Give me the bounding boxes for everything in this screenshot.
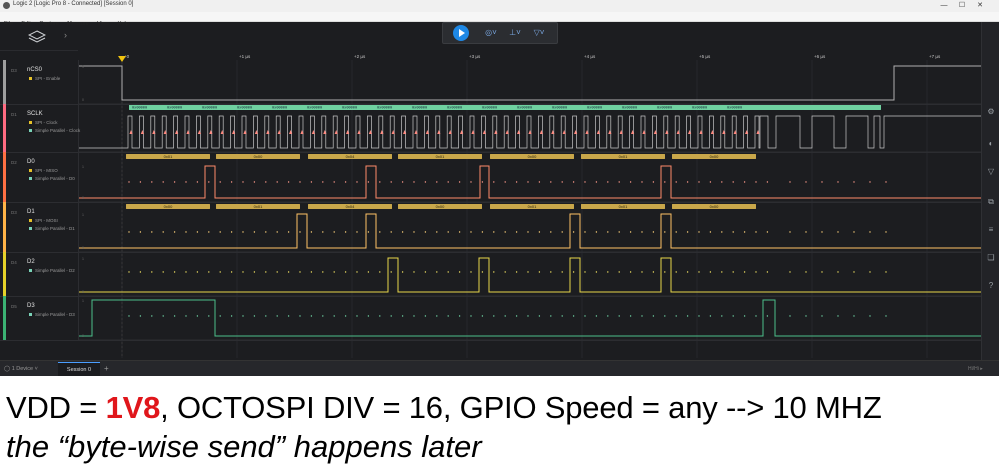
analyzer-name: Simple Parallel - D0 <box>35 176 75 181</box>
extensions-icon[interactable]: ❏ <box>985 252 997 264</box>
channel-list: D3 nCS0 SPI - Enable D1 SCLK SPI - Clock Simpl… <box>0 60 981 358</box>
channel-name: D1 <box>27 209 35 215</box>
time-tick-label: +5 µs <box>699 54 711 59</box>
channel-index: D4 <box>11 260 17 265</box>
caption-prefix: VDD = <box>6 390 106 425</box>
analyzer-label: Simple Parallel - Clock <box>29 128 80 133</box>
time-tick-label: +6 µs <box>814 54 826 59</box>
channel-name: nCS0 <box>27 67 43 73</box>
caption-line-1: VDD = 1V8, OCTOSPI DIV = 16, GPIO Speed … <box>6 390 882 426</box>
analyzer-label: SPI - MOSI <box>29 218 58 223</box>
analyzer-color-dot <box>29 121 32 125</box>
analyzer-name: SPI - MISO <box>35 168 58 173</box>
analyzer-name: SPI - Enable <box>35 76 61 81</box>
channel-row-ncs0[interactable]: D3 nCS0 SPI - Enable <box>0 60 981 105</box>
time-tick-label: +7 µs <box>929 54 941 59</box>
analyzer-color-dot <box>29 77 32 81</box>
analyzer-name: Simple Parallel - D3 <box>35 312 75 317</box>
channel-label[interactable]: D1 SCLK SPI - Clock Simple Parallel - Clock <box>3 104 80 152</box>
channel-color-strip <box>3 202 6 252</box>
channel-index: D1 <box>11 112 17 117</box>
channel-row-d1[interactable]: D3 D1 SPI - MOSI Simple Parallel - D1 <box>0 202 981 253</box>
channel-row-d3[interactable]: D5 D3 Simple Parallel - D3 <box>0 296 981 341</box>
session-bar: ◯ 1 Device ˅ Session 0 + Hi/Hi ▸ <box>0 360 999 376</box>
device-settings-icon[interactable]: ⚙ <box>985 106 997 118</box>
caption-voltage: 1V8 <box>105 390 161 425</box>
analyzer-label: SPI - Enable <box>29 76 60 81</box>
channel-color-strip <box>3 252 6 296</box>
add-session-button[interactable]: + <box>104 363 109 375</box>
channel-row-d0[interactable]: D2 D0 SPI - MISO Simple Parallel - D0 <box>0 152 981 203</box>
caption-line-2: the “byte-wise send” happens later <box>6 429 482 464</box>
analyzer-color-dot <box>29 227 32 231</box>
time-tick-label: +2 µs <box>354 54 366 59</box>
channel-name: SCLK <box>27 111 43 117</box>
analyzer-name: SPI - MOSI <box>35 218 58 223</box>
measurements-icon[interactable]: ▽ <box>985 166 997 178</box>
zoom-indicator: Hi/Hi ▸ <box>968 366 983 372</box>
time-ruler <box>79 50 981 60</box>
analyzer-name: Simple Parallel - D2 <box>35 268 75 273</box>
time-tick-label: +4 µs <box>584 54 596 59</box>
analyzer-color-dot <box>29 219 32 223</box>
analyzer-label: Simple Parallel - D1 <box>29 226 75 231</box>
analyzer-color-dot <box>29 177 32 181</box>
channel-color-strip <box>3 104 6 152</box>
logic-analyzer-app: Logic 2 [Logic Pro 8 - Connected] [Sessi… <box>0 0 999 376</box>
analyzer-color-dot <box>29 313 32 317</box>
right-sidebar: ⚙ ◐ ▽ ⧉ ≡ ❏ ? <box>981 22 999 360</box>
analyzer-color-dot <box>29 169 32 173</box>
channel-name: D3 <box>27 303 35 309</box>
channel-row-sclk[interactable]: D1 SCLK SPI - Clock Simple Parallel - Clock <box>0 104 981 153</box>
channel-row-d2[interactable]: D4 D2 Simple Parallel - D2 <box>0 252 981 297</box>
channel-label[interactable]: D5 D3 Simple Parallel - D3 <box>3 296 79 340</box>
analyzer-label: Simple Parallel - D2 <box>29 268 75 273</box>
analyzer-color-dot <box>29 269 32 273</box>
channel-name: D0 <box>27 159 35 165</box>
caption-suffix: , OCTOSPI DIV = 16, GPIO Speed = any -->… <box>160 390 882 425</box>
analyzer-color-dot <box>29 129 32 133</box>
analyzer-label: Simple Parallel - D3 <box>29 312 75 317</box>
analyzer-name: Simple Parallel - Clock <box>35 128 81 133</box>
analyzers-icon[interactable]: ◐ <box>985 138 997 150</box>
analyzer-label: SPI - MISO <box>29 168 58 173</box>
analyzer-label: Simple Parallel - D0 <box>29 176 75 181</box>
annotations-icon[interactable]: ⧉ <box>985 196 997 208</box>
time-tick-label: +3 µs <box>469 54 481 59</box>
channel-index: D3 <box>11 68 17 73</box>
channel-color-strip <box>3 152 6 202</box>
channel-label[interactable]: D2 D0 SPI - MISO Simple Parallel - D0 <box>3 152 79 202</box>
device-selector[interactable]: ◯ 1 Device ˅ <box>4 363 38 375</box>
time-tick-label: +1 µs <box>239 54 251 59</box>
help-icon[interactable]: ? <box>985 280 997 292</box>
channel-index: D3 <box>11 210 17 215</box>
channel-label[interactable]: D4 D2 Simple Parallel - D2 <box>3 252 79 296</box>
channel-color-strip <box>3 296 6 340</box>
notes-icon[interactable]: ≡ <box>985 224 997 236</box>
channel-name: D2 <box>27 259 35 265</box>
tab-session-0[interactable]: Session 0 <box>58 362 100 376</box>
channel-label[interactable]: D3 nCS0 SPI - Enable <box>3 60 79 104</box>
analyzer-label: SPI - Clock <box>29 120 58 125</box>
channel-label[interactable]: D3 D1 SPI - MOSI Simple Parallel - D1 <box>3 202 79 252</box>
analyzer-name: SPI - Clock <box>35 120 58 125</box>
device-label: 1 Device <box>11 366 34 372</box>
channel-index: D2 <box>11 160 17 165</box>
analyzer-name: Simple Parallel - D1 <box>35 226 75 231</box>
channel-color-strip <box>3 60 6 104</box>
channel-index: D5 <box>11 304 17 309</box>
